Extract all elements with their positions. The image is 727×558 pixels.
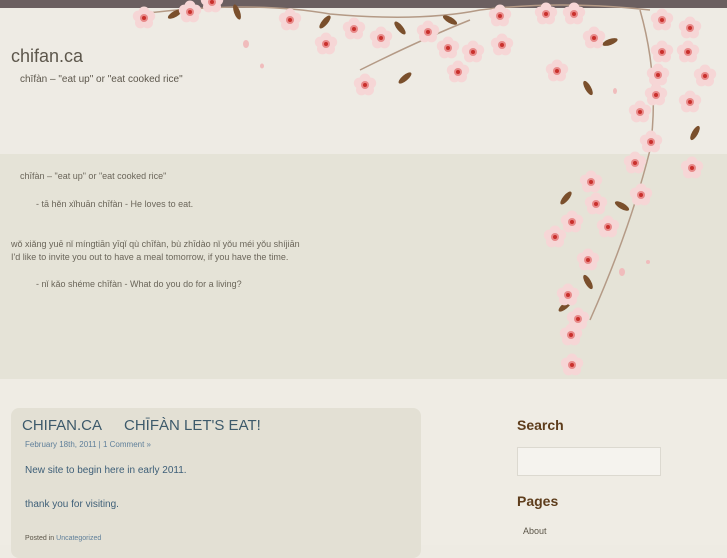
post-title[interactable]: CHIFAN.CA CHĪFÀN LET'S EAT! bbox=[22, 417, 283, 434]
intro-pinyin: wǒ xiǎng yuē nǐ míngtiān yīqǐ qù chīfàn,… bbox=[11, 239, 300, 249]
top-bar bbox=[0, 0, 727, 8]
search-widget-title: Search bbox=[517, 417, 564, 433]
comments-link[interactable]: 1 Comment » bbox=[103, 440, 151, 449]
intro-band: chīfàn – "eat up" or "eat cooked rice" -… bbox=[0, 154, 727, 379]
site-tagline: chīfàn – "eat up" or "eat cooked rice" bbox=[20, 74, 183, 85]
post-date: February 18th, 2011 bbox=[25, 440, 97, 449]
page-link-about[interactable]: About bbox=[523, 526, 547, 536]
post-paragraph: thank you for visiting. bbox=[25, 499, 119, 510]
intro-translation: I'd like to invite you out to have a mea… bbox=[11, 252, 289, 262]
post-meta: February 18th, 2011 | 1 Comment » bbox=[25, 440, 151, 449]
intro-example: - tā hěn xǐhuān chīfàn - He loves to eat… bbox=[36, 199, 194, 209]
intro-example: - nǐ kǎo shéme chīfàn - What do you do f… bbox=[36, 279, 242, 289]
post-paragraph: New site to begin here in early 2011. bbox=[25, 465, 187, 476]
post-title-left[interactable]: CHIFAN.CA bbox=[22, 417, 102, 434]
search-input[interactable] bbox=[517, 447, 661, 476]
post-footer: Posted in Uncategorized bbox=[25, 535, 101, 542]
post-card: CHIFAN.CA CHĪFÀN LET'S EAT! February 18th… bbox=[11, 408, 421, 558]
posted-in-label: Posted in bbox=[25, 535, 57, 542]
pages-widget-title: Pages bbox=[517, 493, 559, 509]
category-link[interactable]: Uncategorized bbox=[56, 535, 101, 542]
intro-line: chīfàn – "eat up" or "eat cooked rice" bbox=[20, 171, 167, 181]
post-title-right[interactable]: CHĪFÀN LET'S EAT! bbox=[124, 417, 261, 434]
site-title-link[interactable]: chifan.ca bbox=[11, 46, 83, 67]
